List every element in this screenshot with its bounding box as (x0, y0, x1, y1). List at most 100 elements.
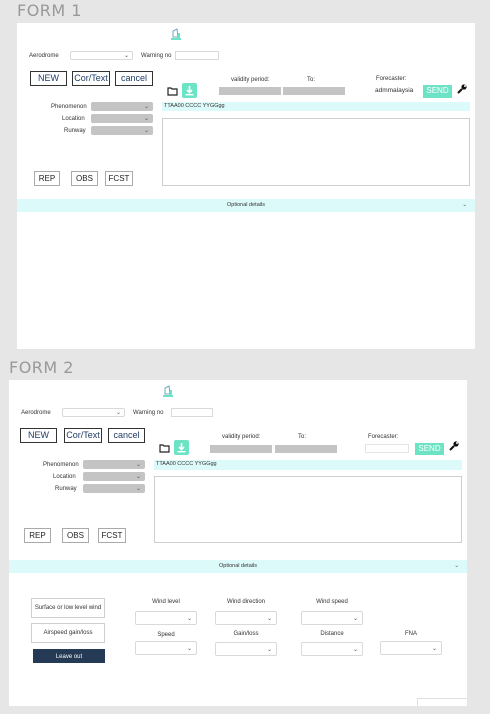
forecaster-label: Forecaster: (368, 434, 399, 440)
forecaster-label: Forecaster: (376, 76, 407, 82)
chevron-down-icon: ⌄ (462, 202, 467, 208)
form1-title: FORM 1 (17, 1, 82, 20)
runway-select[interactable]: ⌄ (83, 484, 145, 493)
phenomenon-select[interactable]: ⌄ (83, 460, 145, 469)
speed-select[interactable]: ⌄ (135, 641, 197, 655)
optional-details-bar[interactable]: Optional details ⌄ (9, 560, 467, 573)
cancel-button[interactable]: cancel (115, 71, 153, 86)
send-button[interactable]: SEND (423, 85, 452, 98)
phenomenon-label: Phenomenon (43, 462, 79, 468)
form1-panel: Aerodrome ⌄ Warning no NEW Cor/Text canc… (17, 23, 475, 349)
runway-label: Runway (64, 128, 86, 134)
cancel-button[interactable]: cancel (108, 428, 145, 443)
chevron-down-icon: ⌄ (266, 647, 272, 653)
validity-period-label: validity period: (231, 77, 270, 83)
fcst-button[interactable]: FCST (98, 528, 126, 543)
download-button[interactable] (182, 83, 197, 98)
download-icon (177, 443, 186, 453)
fna-select[interactable]: ⌄ (380, 641, 442, 655)
location-select[interactable]: ⌄ (83, 472, 145, 481)
leave-out-button[interactable]: Leave out (33, 649, 105, 663)
rep-button[interactable]: REP (34, 171, 60, 186)
chevron-down-icon: ⌄ (266, 616, 272, 622)
wind-level-select[interactable]: ⌄ (135, 611, 197, 625)
warning-no-label: Warning no (133, 410, 164, 416)
message-header-bar: TTAA00 CCCC YYGGgg (162, 102, 470, 111)
wind-speed-select[interactable]: ⌄ (301, 611, 363, 625)
send-button[interactable]: SEND (415, 443, 444, 455)
wrench-icon[interactable] (456, 83, 468, 95)
runway-select[interactable]: ⌄ (91, 126, 153, 135)
aerodrome-label: Aerodrome (21, 410, 51, 416)
phenomenon-label: Phenomenon (51, 104, 87, 110)
chevron-down-icon: ⌄ (143, 116, 149, 122)
location-label: Location (53, 474, 76, 480)
message-header-text: TTAA00 CCCC YYGGgg (164, 103, 225, 109)
obs-button[interactable]: OBS (62, 528, 89, 543)
distance-label: Distance (320, 631, 344, 637)
download-button[interactable] (174, 440, 189, 455)
airspeed-gain-loss-button[interactable]: Airspeed gain/loss (31, 623, 105, 643)
new-button[interactable]: NEW (20, 428, 57, 443)
folder-icon[interactable] (159, 443, 170, 453)
aerodrome-select[interactable]: ⌄ (70, 51, 133, 60)
warning-no-label: Warning no (141, 53, 172, 59)
location-label: Location (62, 116, 85, 122)
cor-text-button[interactable]: Cor/Text (72, 71, 110, 86)
wind-level-label: Wind level (152, 599, 180, 605)
wind-direction-label: Wind direction (226, 599, 265, 605)
chevron-down-icon: ⌄ (135, 486, 141, 492)
validity-period-label: validity period: (222, 434, 261, 440)
chevron-down-icon: ⌄ (431, 646, 437, 652)
optional-details-bar[interactable]: Optional details ⌄ (17, 199, 475, 212)
validity-start-field[interactable] (210, 445, 272, 453)
message-header-bar: TTAA00 CCCC YYGGgg (154, 460, 462, 470)
to-label: To: (298, 434, 307, 440)
aerodrome-select[interactable]: ⌄ (62, 408, 125, 417)
distance-select[interactable]: ⌄ (301, 642, 363, 656)
aerodrome-label: Aerodrome (29, 53, 59, 59)
cor-text-button[interactable]: Cor/Text (64, 428, 102, 443)
folder-icon[interactable] (167, 86, 178, 96)
chevron-down-icon: ⌄ (115, 410, 121, 416)
chevron-down-icon: ⌄ (186, 646, 192, 652)
chevron-down-icon: ⌄ (143, 128, 149, 134)
obs-button[interactable]: OBS (71, 171, 98, 186)
fna-label: FNA (405, 631, 417, 637)
chevron-down-icon: ⌄ (123, 53, 129, 59)
rep-button[interactable]: REP (24, 528, 51, 543)
chevron-down-icon: ⌄ (454, 563, 459, 569)
new-button[interactable]: NEW (30, 71, 67, 86)
chevron-down-icon: ⌄ (143, 104, 149, 110)
warning-no-input[interactable] (171, 408, 213, 417)
logo-icon (171, 28, 181, 40)
logo-icon (163, 385, 173, 397)
validity-end-field[interactable] (283, 87, 345, 95)
forecaster-input[interactable] (365, 444, 409, 453)
download-icon (185, 86, 194, 96)
chevron-down-icon: ⌄ (135, 474, 141, 480)
warning-no-input[interactable] (175, 51, 219, 60)
fcst-button[interactable]: FCST (105, 171, 133, 186)
location-select[interactable]: ⌄ (91, 114, 153, 123)
forecaster-value[interactable]: admmalaysia (375, 87, 413, 94)
optional-details-label: Optional details (219, 563, 257, 569)
chevron-down-icon: ⌄ (352, 616, 358, 622)
form2-title: FORM 2 (9, 358, 74, 377)
chevron-down-icon: ⌄ (135, 462, 141, 468)
bottom-right-field (417, 698, 467, 706)
surface-low-level-wind-button[interactable]: Surface or low level wind (31, 598, 105, 618)
chevron-down-icon: ⌄ (186, 616, 192, 622)
message-textarea[interactable] (162, 118, 470, 186)
message-textarea[interactable] (154, 476, 462, 543)
speed-label: Speed (157, 632, 175, 638)
validity-end-field[interactable] (275, 445, 337, 453)
gain-loss-select[interactable]: ⌄ (215, 642, 277, 656)
optional-details-label: Optional details (227, 202, 265, 208)
validity-start-field[interactable] (219, 87, 281, 95)
to-label: To: (307, 77, 316, 83)
wind-direction-select[interactable]: ⌄ (215, 611, 277, 625)
wrench-icon[interactable] (448, 440, 460, 452)
gain-loss-label: Gain/loss (233, 631, 259, 637)
phenomenon-select[interactable]: ⌄ (91, 102, 153, 111)
